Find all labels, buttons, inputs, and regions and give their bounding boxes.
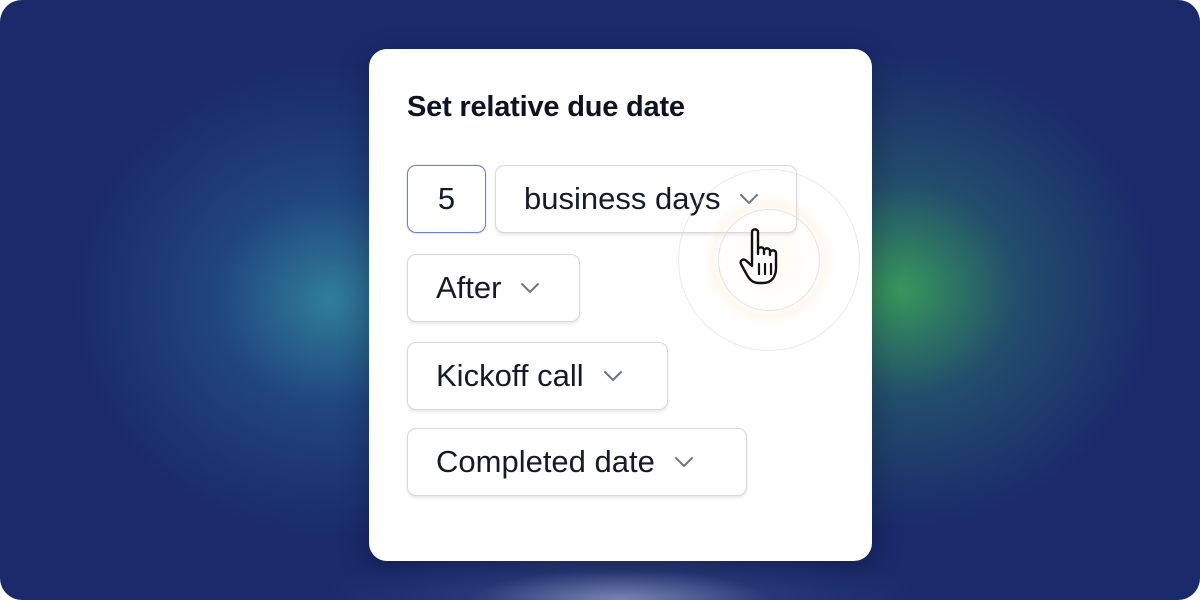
relation-select[interactable]: After — [407, 254, 580, 322]
due-date-dialog: Set relative due date 5 business days Af… — [369, 49, 872, 561]
amount-value: 5 — [437, 181, 456, 216]
unit-select[interactable]: business days — [495, 165, 797, 233]
chevron-down-icon — [603, 371, 622, 381]
date-type-select-value: Completed date — [436, 444, 655, 479]
chevron-down-icon — [674, 457, 693, 467]
unit-select-value: business days — [524, 181, 721, 216]
date-type-select[interactable]: Completed date — [407, 428, 747, 496]
chevron-down-icon — [740, 194, 759, 204]
event-select[interactable]: Kickoff call — [407, 342, 668, 410]
chevron-down-icon — [521, 283, 540, 293]
amount-input[interactable]: 5 — [407, 165, 486, 233]
dialog-title: Set relative due date — [407, 91, 685, 123]
background-canvas: Set relative due date 5 business days Af… — [0, 0, 1200, 600]
relation-select-value: After — [436, 270, 502, 305]
event-select-value: Kickoff call — [436, 358, 584, 393]
